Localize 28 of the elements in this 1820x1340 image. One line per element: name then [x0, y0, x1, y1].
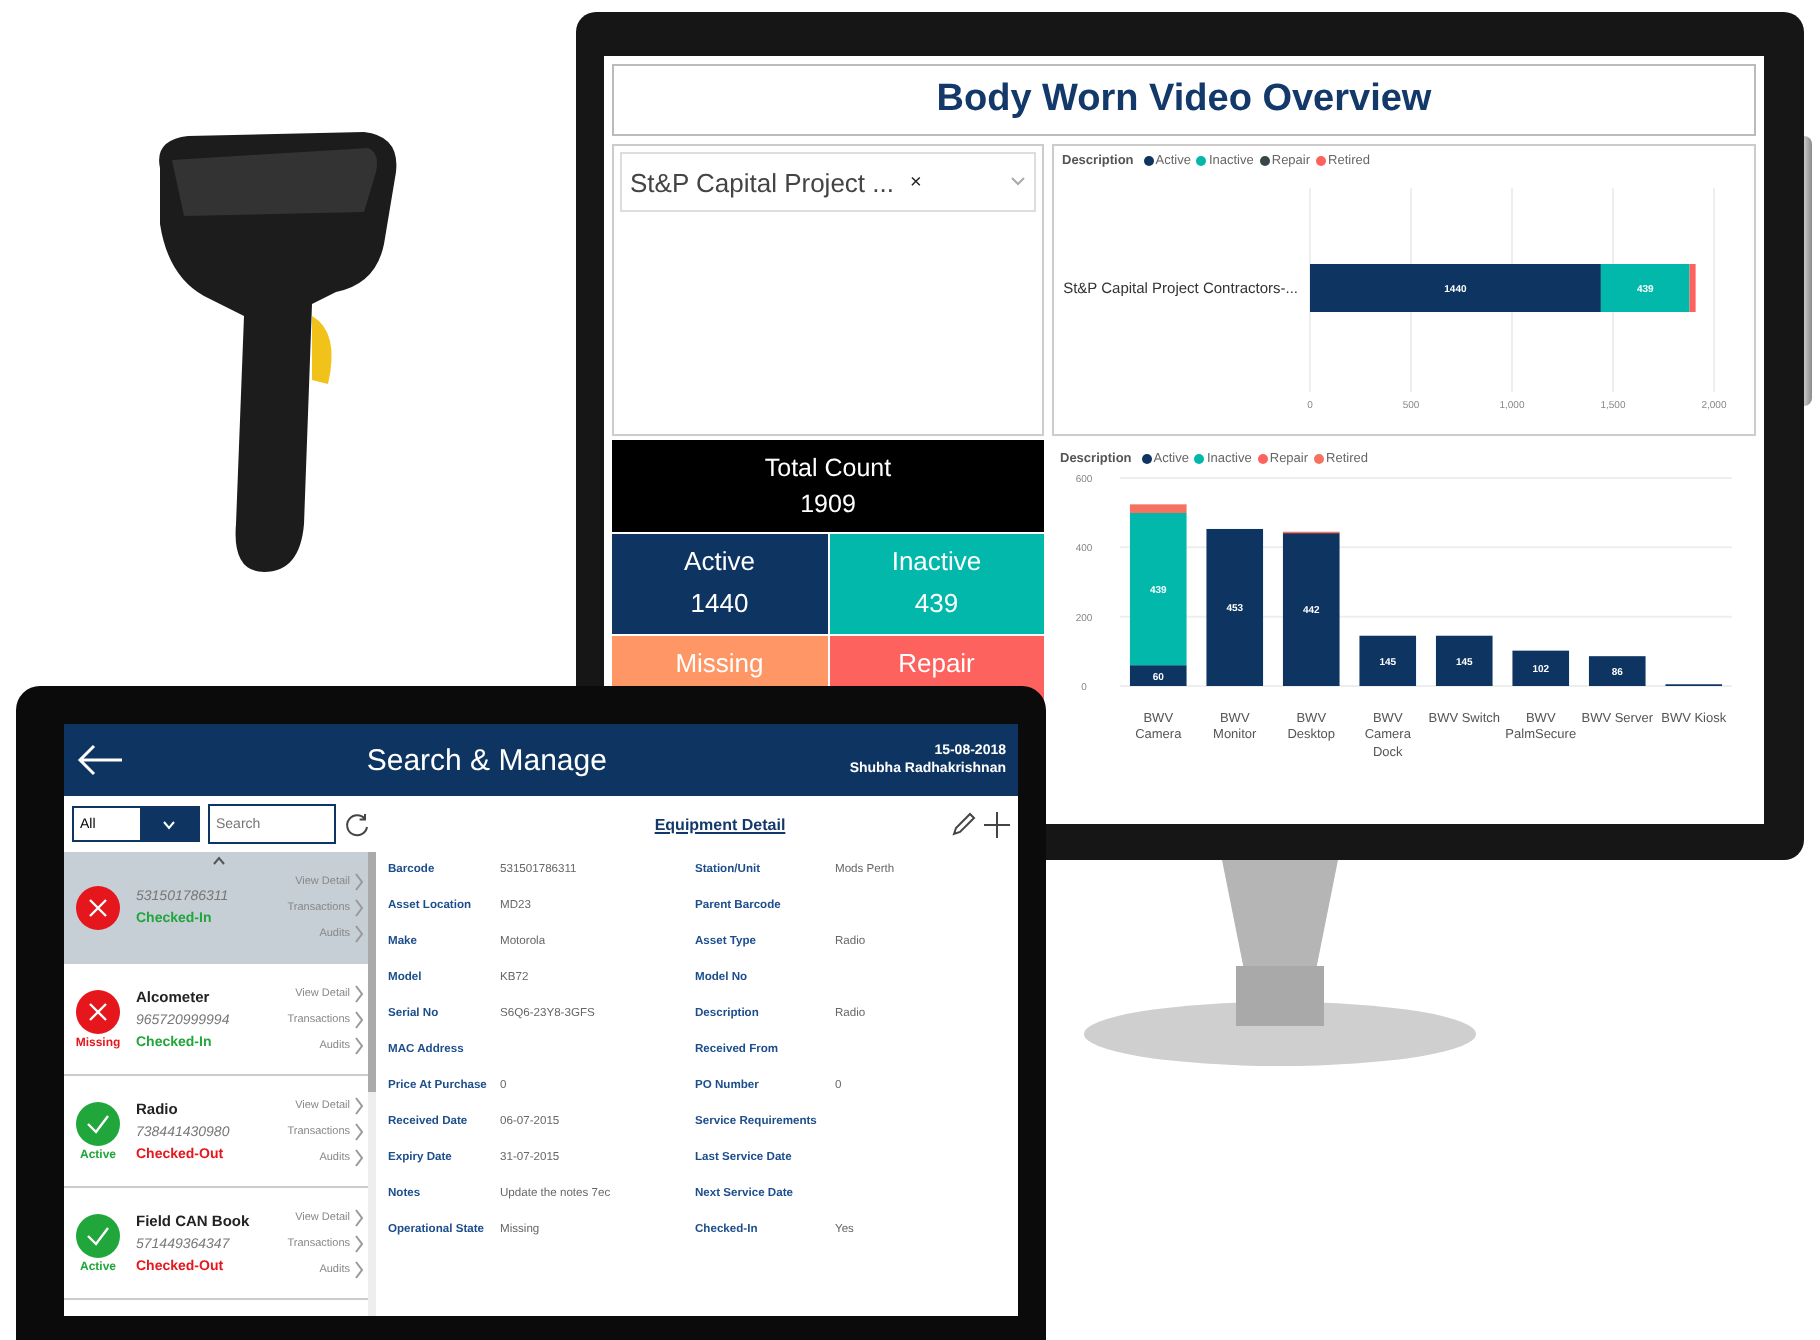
cross-icon: [76, 989, 120, 1033]
tile-value: 1440: [690, 588, 749, 618]
filter-dropdown[interactable]: St&P Capital Project ... ×: [620, 152, 1036, 212]
tile-value: 439: [914, 588, 959, 618]
bar: [1359, 635, 1417, 686]
bar: [1512, 650, 1570, 686]
chevron-down-icon: [161, 819, 176, 829]
tile-label: Missing: [675, 648, 764, 678]
check-icon: [76, 1213, 120, 1257]
header-title: Search & Manage: [364, 743, 609, 777]
card-value: 1909: [800, 490, 856, 518]
chevron-down-icon: [1010, 176, 1026, 188]
tile-label: Repair: [898, 648, 975, 678]
card-label: Total Count: [764, 454, 892, 482]
bar: [1588, 656, 1646, 686]
back-arrow-icon[interactable]: [76, 744, 124, 776]
scrollbar[interactable]: [368, 852, 376, 1316]
tile-label: Active: [684, 546, 755, 576]
section-title: Equipment Detail: [652, 815, 788, 833]
tile-label: Inactive: [891, 546, 982, 576]
pencil-icon[interactable]: [950, 811, 976, 837]
caret-up-icon[interactable]: [212, 856, 226, 866]
cross-icon: [76, 885, 120, 929]
plus-icon[interactable]: [984, 811, 1010, 837]
bar: [1435, 635, 1493, 686]
refresh-icon[interactable]: [344, 811, 370, 837]
dashboard-title: Body Worn Video Overview: [612, 64, 1756, 136]
check-icon: [76, 1101, 120, 1145]
